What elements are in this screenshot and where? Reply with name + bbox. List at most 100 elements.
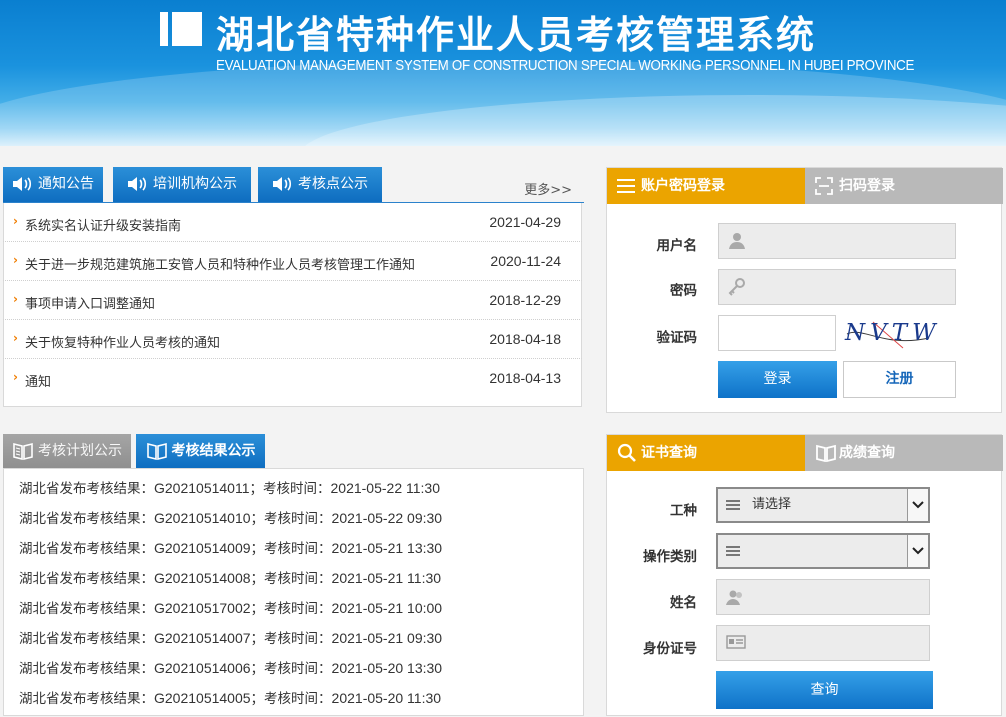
operation-category-select[interactable]	[716, 533, 930, 569]
list-item[interactable]: 湖北省发布考核结果：G20210514005；考核时间：2021-05-20 1…	[19, 687, 441, 707]
users-icon	[726, 590, 742, 605]
arrow-icon: ›	[13, 292, 18, 306]
arrow-icon: ›	[13, 214, 18, 228]
login-button[interactable]: 登录	[718, 361, 837, 398]
list-item[interactable]: 湖北省发布考核结果：G20210514011；考核时间：2021-05-22 1…	[19, 477, 440, 497]
tab-label: 账户密码登录	[641, 178, 725, 194]
password-input[interactable]	[718, 269, 956, 305]
captcha-label: 验证码	[656, 330, 698, 346]
captcha-image[interactable]: NVTW	[843, 318, 936, 352]
captcha-input[interactable]	[718, 315, 836, 351]
news-date: 2018-04-18	[489, 331, 561, 347]
news-title: 事项申请入口调整通知	[25, 297, 156, 312]
select-value: 请选择	[752, 497, 792, 512]
tab-exam-sites[interactable]: 考核点公示	[258, 167, 382, 203]
arrow-icon: ›	[13, 370, 18, 384]
news-date: 2018-04-13	[489, 370, 561, 386]
result-prefix: 湖北省发布考核结果：	[19, 481, 154, 497]
logo-mark-icon	[160, 12, 202, 46]
tab-score-query[interactable]: 成绩查询	[805, 435, 1003, 471]
login-panel: 账户密码登录 扫码登录 用户名 密码 验证码 NVTW 登录 注册	[606, 167, 1003, 413]
speaker-icon	[273, 177, 292, 191]
result-time: 2021-05-22 11:30	[330, 480, 441, 496]
scan-icon	[815, 177, 833, 195]
list-icon	[726, 500, 740, 511]
username-input[interactable]	[718, 223, 956, 259]
result-prefix: 湖北省发布考核结果：	[19, 631, 154, 647]
tab-label: 考核计划公示	[38, 443, 122, 459]
list-item[interactable]: 湖北省发布考核结果：G20210514008；考核时间：2021-05-21 1…	[19, 567, 441, 587]
news-tabs: 通知公告 培训机构公示 考核点公示 更多>>	[3, 167, 584, 203]
site-title: 湖北省特种作业人员考核管理系统	[216, 13, 817, 57]
result-time: 2021-05-21 11:30	[331, 570, 442, 586]
list-item[interactable]: › 系统实名认证升级安装指南 2021-04-29	[3, 203, 582, 242]
name-input[interactable]	[716, 579, 930, 615]
job-type-select[interactable]: 请选择	[716, 487, 930, 523]
result-prefix: 湖北省发布考核结果：	[19, 661, 154, 677]
tab-notices[interactable]: 通知公告	[3, 167, 103, 203]
list-item[interactable]: › 事项申请入口调整通知 2018-12-29	[3, 281, 582, 320]
tab-training-institutions[interactable]: 培训机构公示	[113, 167, 251, 203]
list-item[interactable]: › 关于恢复特种作业人员考核的通知 2018-04-18	[3, 320, 582, 359]
list-item[interactable]: 湖北省发布考核结果：G20210514006；考核时间：2021-05-20 1…	[19, 657, 442, 677]
news-list: › 系统实名认证升级安装指南 2021-04-29 › 关于进一步规范建筑施工安…	[3, 203, 582, 407]
arrow-icon: ›	[13, 331, 18, 345]
result-time: 2021-05-20 11:30	[331, 690, 442, 706]
tab-password-login[interactable]: 账户密码登录	[607, 168, 805, 204]
chevron-down-icon[interactable]	[907, 489, 928, 521]
book-icon	[146, 442, 167, 460]
list-item[interactable]: 湖北省发布考核结果：G20210514009；考核时间：2021-05-21 1…	[19, 537, 442, 557]
menu-icon	[617, 179, 635, 193]
name-label: 姓名	[670, 595, 697, 611]
username-label: 用户名	[656, 238, 698, 254]
list-icon	[726, 546, 740, 557]
more-link[interactable]: 更多>>	[524, 179, 572, 198]
result-prefix: 湖北省发布考核结果：	[19, 601, 154, 617]
tab-label: 考核点公示	[298, 176, 368, 192]
id-number-label: 身份证号	[643, 641, 697, 657]
list-item[interactable]: 湖北省发布考核结果：G20210514010；考核时间：2021-05-22 0…	[19, 507, 442, 527]
result-time: 2021-05-20 13:30	[331, 660, 443, 676]
key-icon	[728, 278, 745, 296]
tab-exam-results[interactable]: 考核结果公示	[136, 434, 265, 470]
search-icon	[617, 443, 636, 462]
page-header: 湖北省特种作业人员考核管理系统 EVALUATION MANAGEMENT SY…	[0, 0, 1006, 146]
result-time-label: ；考核时间：	[250, 571, 332, 587]
tab-scan-login[interactable]: 扫码登录	[805, 168, 1003, 204]
result-time-label: ；考核时间：	[250, 511, 332, 527]
tab-label: 培训机构公示	[153, 176, 237, 192]
news-title: 关于恢复特种作业人员考核的通知	[25, 336, 221, 351]
arrow-icon: ›	[13, 253, 18, 267]
tab-exam-plan[interactable]: 考核计划公示	[3, 434, 131, 470]
result-code: G20210514005	[154, 690, 251, 706]
query-button[interactable]: 查询	[716, 671, 933, 709]
result-prefix: 湖北省发布考核结果：	[19, 691, 154, 707]
result-time-label: ；考核时间：	[249, 481, 331, 497]
result-code: G20210514006	[154, 660, 251, 676]
result-prefix: 湖北省发布考核结果：	[19, 511, 154, 527]
tab-certificate-query[interactable]: 证书查询	[607, 435, 805, 471]
register-button[interactable]: 注册	[843, 361, 956, 398]
result-time: 2021-05-21 10:00	[331, 600, 443, 616]
password-label: 密码	[670, 283, 697, 299]
result-prefix: 湖北省发布考核结果：	[19, 571, 154, 587]
news-date: 2020-11-24	[490, 253, 561, 269]
result-time-label: ；考核时间：	[250, 691, 332, 707]
speaker-icon	[13, 177, 32, 191]
chevron-down-icon[interactable]	[907, 535, 928, 567]
list-item[interactable]: 湖北省发布考核结果：G20210514007；考核时间：2021-05-21 0…	[19, 627, 442, 647]
book-icon	[13, 442, 33, 460]
result-time-label: ；考核时间：	[250, 601, 332, 617]
result-code: G20210514007	[154, 630, 251, 646]
result-time: 2021-05-22 09:30	[331, 510, 443, 526]
captcha-text: NVTW	[845, 320, 941, 346]
list-item[interactable]: › 通知 2018-04-13	[3, 359, 582, 407]
news-title: 通知	[25, 375, 52, 390]
user-icon	[729, 233, 745, 249]
book-icon	[816, 444, 836, 462]
id-number-input[interactable]	[716, 625, 930, 661]
operation-category-label: 操作类别	[643, 549, 697, 565]
id-card-icon	[726, 635, 746, 649]
list-item[interactable]: › 关于进一步规范建筑施工安管人员和特种作业人员考核管理工作通知 2020-11…	[3, 242, 582, 281]
list-item[interactable]: 湖北省发布考核结果：G20210517002；考核时间：2021-05-21 1…	[19, 597, 442, 617]
